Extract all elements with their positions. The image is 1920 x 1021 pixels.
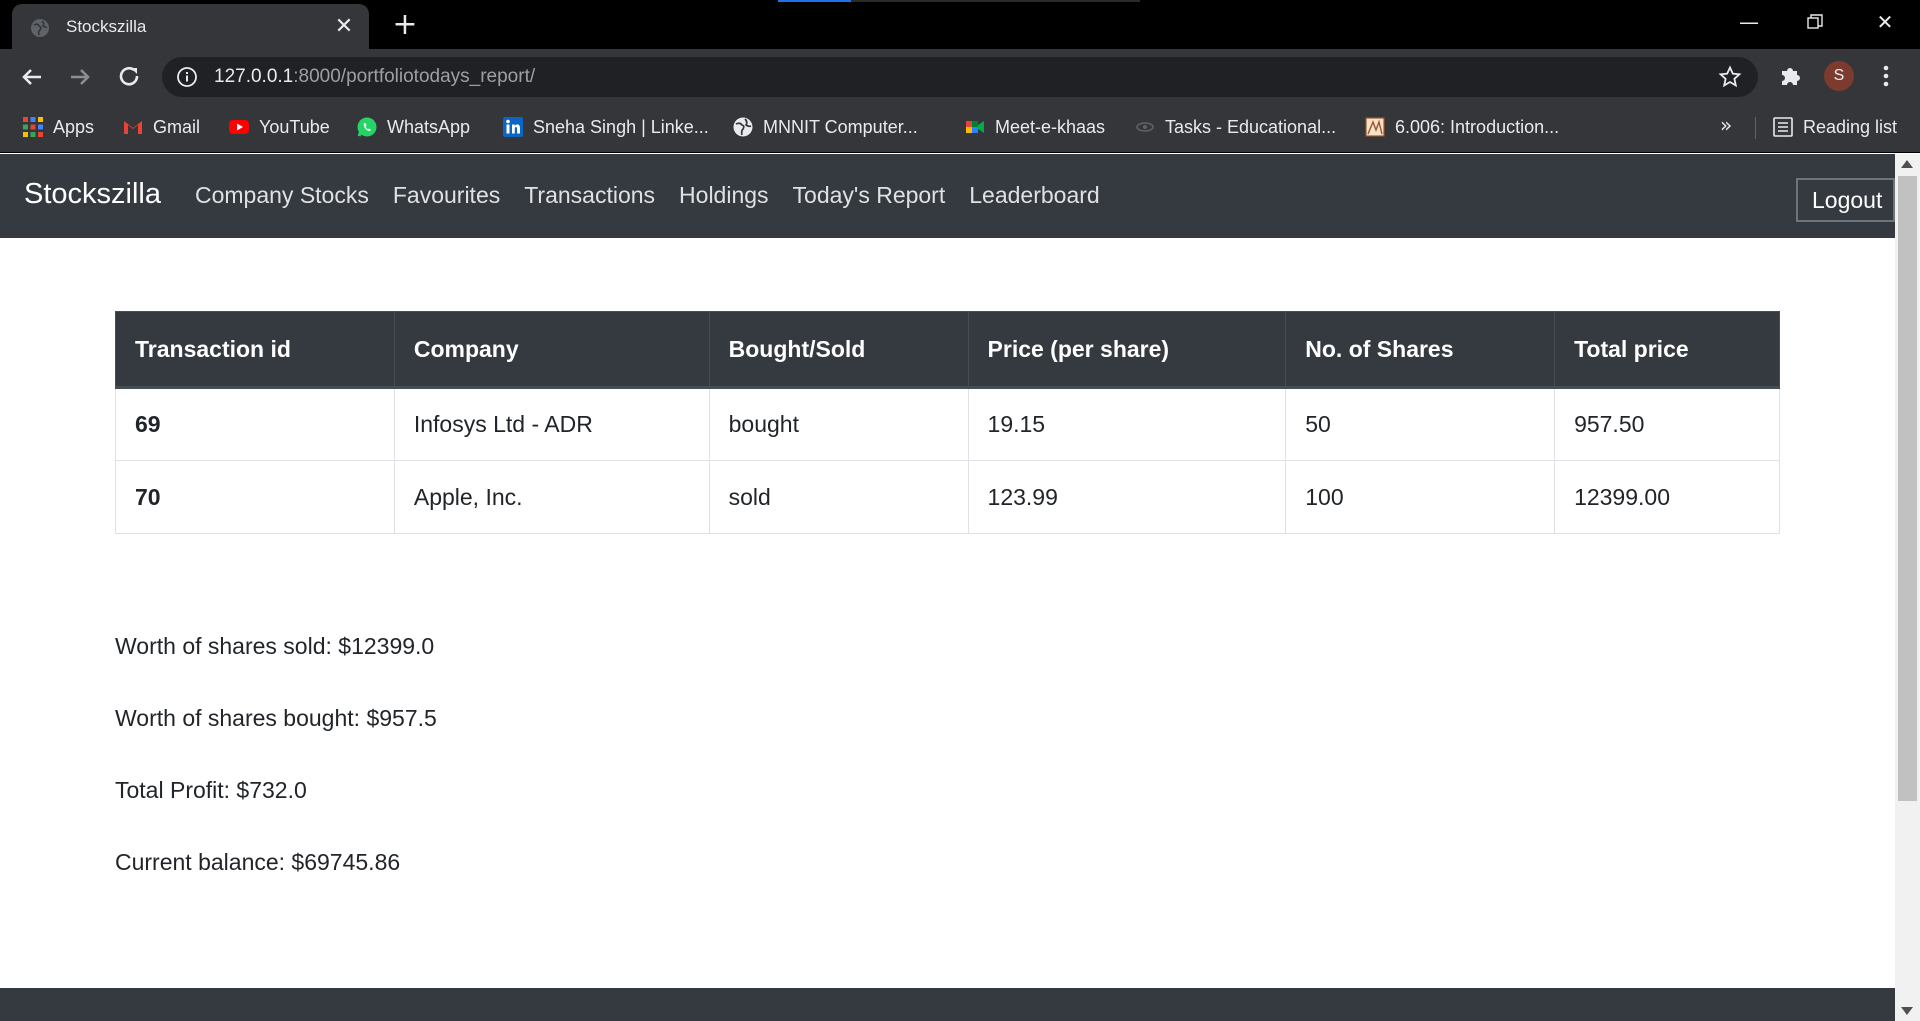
nav-company-stocks[interactable]: Company Stocks [195, 182, 369, 209]
total-profit-text: Total Profit: $732.0 [115, 777, 307, 803]
cell-shares: 50 [1285, 387, 1556, 461]
close-window-icon[interactable]: ✕ [1862, 5, 1908, 39]
logout-button[interactable]: Logout [1796, 178, 1895, 222]
address-bar[interactable]: 127.0.0.1:8000/portfoliotodays_report/ [162, 57, 1758, 97]
tab-title: Stockszilla [66, 17, 147, 36]
header-total-price: Total price [1554, 311, 1780, 389]
cell-total: 957.50 [1554, 387, 1780, 461]
globe-icon [733, 117, 753, 137]
nav-links: Company Stocks Favourites Transactions H… [195, 182, 1100, 209]
worth-bought-text: Worth of shares bought: $957.5 [115, 705, 437, 731]
current-balance-text: Current balance: $69745.86 [115, 849, 401, 875]
bookmark-youtube[interactable]: YouTube [228, 105, 330, 149]
minimize-icon[interactable]: — [1726, 5, 1772, 39]
cell-bought-sold: sold [708, 460, 969, 534]
whatsapp-icon [357, 117, 377, 137]
header-transaction-id: Transaction id [115, 311, 395, 389]
reading-list-icon [1773, 117, 1793, 137]
site-info-icon[interactable] [176, 66, 198, 88]
bookmark-whatsapp[interactable]: WhatsApp [356, 105, 470, 149]
cell-transaction-id: 69 [115, 387, 395, 461]
cell-price: 123.99 [967, 460, 1287, 534]
nav-transactions[interactable]: Transactions [524, 182, 655, 209]
linkedin-icon [503, 117, 523, 137]
cell-shares: 100 [1285, 460, 1556, 534]
cell-bought-sold: bought [708, 387, 969, 461]
header-company: Company [393, 311, 710, 389]
url-text: 127.0.0.1:8000/portfoliotodays_report/ [214, 66, 536, 87]
bookmarks-bar: Apps Gmail YouTube WhatsApp Sneha Singh … [0, 105, 1920, 153]
close-tab-icon[interactable]: ✕ [331, 14, 357, 40]
vertical-scrollbar[interactable] [1895, 154, 1920, 1021]
browser-toolbar: 127.0.0.1:8000/portfoliotodays_report/ S [0, 49, 1920, 105]
new-tab-icon[interactable]: + [388, 8, 422, 42]
header-price-per-share: Price (per share) [967, 311, 1287, 389]
restore-icon[interactable] [1792, 5, 1838, 39]
back-arrow-icon[interactable] [16, 61, 48, 93]
scroll-up-arrow-icon[interactable] [1901, 160, 1913, 168]
bookmark-star-icon[interactable] [1718, 65, 1742, 89]
bookmark-gmail[interactable]: Gmail [122, 105, 200, 149]
header-number-of-shares: No. of Shares [1285, 311, 1556, 389]
tasks-icon [1136, 122, 1154, 132]
cell-total: 12399.00 [1554, 460, 1780, 534]
cell-company: Apple, Inc. [393, 460, 710, 534]
page-viewport: Stockszilla Company Stocks Favourites Tr… [0, 154, 1895, 1021]
bookmarks-divider [1755, 117, 1756, 139]
apps-grid-icon [23, 117, 43, 137]
table-row: 70 Apple, Inc. sold 123.99 100 12399.00 [115, 460, 1780, 534]
browser-tab-strip: Stockszilla ✕ + — ✕ [0, 0, 1920, 49]
browser-tab-active[interactable]: Stockszilla ✕ [12, 4, 369, 49]
bookmark-tasks[interactable]: Tasks - Educational... [1134, 105, 1336, 149]
forward-arrow-icon[interactable] [64, 61, 96, 93]
bookmark-meet-e-khaas[interactable]: Meet-e-khaas [964, 105, 1105, 149]
loading-indicator [778, 0, 1140, 2]
more-bookmarks-chevron[interactable]: » [1720, 113, 1732, 137]
mit-icon [1365, 117, 1385, 137]
nav-favourites[interactable]: Favourites [393, 182, 500, 209]
reading-list-button[interactable]: Reading list [1772, 105, 1897, 149]
app-navbar: Stockszilla Company Stocks Favourites Tr… [0, 154, 1895, 238]
scrollbar-thumb[interactable] [1898, 176, 1917, 801]
bookmark-linkedin[interactable]: Sneha Singh | Linke... [502, 105, 709, 149]
cell-price: 19.15 [967, 387, 1287, 461]
kebab-menu-icon[interactable] [1874, 63, 1898, 89]
bookmark-mnnit[interactable]: MNNIT Computer... [732, 105, 918, 149]
youtube-icon [229, 120, 249, 134]
gmail-icon [124, 121, 142, 134]
table-row: 69 Infosys Ltd - ADR bought 19.15 50 957… [115, 387, 1780, 461]
cell-transaction-id: 70 [115, 460, 395, 534]
transactions-table: Transaction id Company Bought/Sold Price… [115, 311, 1780, 534]
page-footer [0, 988, 1895, 1021]
globe-icon [31, 19, 49, 37]
nav-leaderboard[interactable]: Leaderboard [969, 182, 1099, 209]
extensions-puzzle-icon[interactable] [1778, 63, 1804, 89]
brand-logo[interactable]: Stockszilla [24, 178, 161, 211]
google-meet-icon [966, 121, 984, 133]
header-bought-sold: Bought/Sold [708, 311, 969, 389]
bookmark-apps[interactable]: Apps [22, 105, 94, 149]
nav-todays-report[interactable]: Today's Report [793, 182, 946, 209]
reload-icon[interactable] [113, 61, 145, 93]
bookmark-mit-6006[interactable]: 6.006: Introduction... [1364, 105, 1559, 149]
cell-company: Infosys Ltd - ADR [393, 387, 710, 461]
worth-sold-text: Worth of shares sold: $12399.0 [115, 633, 435, 659]
nav-holdings[interactable]: Holdings [679, 182, 769, 209]
table-header-row: Transaction id Company Bought/Sold Price… [115, 311, 1780, 389]
profile-avatar[interactable]: S [1824, 61, 1854, 91]
scroll-down-arrow-icon[interactable] [1901, 1007, 1913, 1015]
